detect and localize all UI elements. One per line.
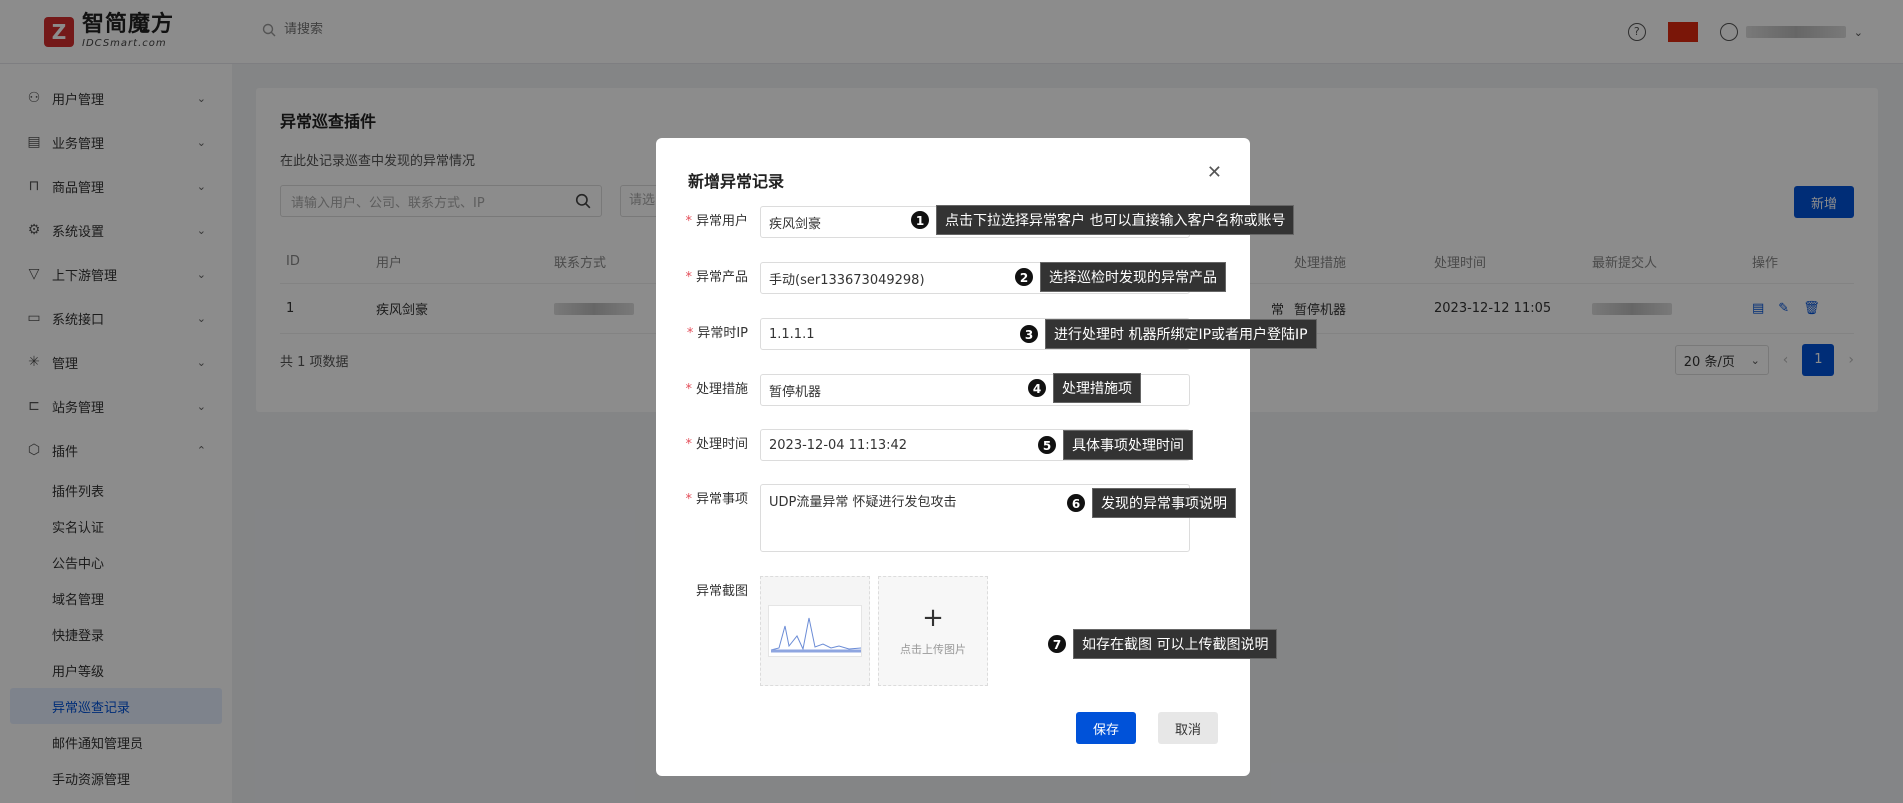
callout-2: 2 选择巡检时发现的异常产品 xyxy=(1014,262,1226,292)
required-mark: * xyxy=(685,492,692,507)
close-icon[interactable]: ✕ xyxy=(1207,162,1222,183)
dialog-title: 新增异常记录 xyxy=(688,172,785,191)
required-mark: * xyxy=(685,214,692,229)
uploaded-screenshot-thumbnail[interactable] xyxy=(760,576,870,686)
plus-icon: + xyxy=(922,603,944,633)
callout-3: 3 进行处理时 机器所绑定IP或者用户登陆IP xyxy=(1019,319,1317,349)
save-button[interactable]: 保存 xyxy=(1076,712,1136,744)
field-row-measure: * 处理措施 xyxy=(656,374,1250,406)
upload-image-button[interactable]: + 点击上传图片 xyxy=(878,576,988,686)
callout-5: 5 具体事项处理时间 xyxy=(1037,430,1193,460)
required-mark: * xyxy=(685,270,692,285)
required-mark: * xyxy=(685,437,692,452)
callout-7: 7 如存在截图 可以上传截图说明 xyxy=(1047,629,1278,659)
callout-6: 6 发现的异常事项说明 xyxy=(1066,488,1236,518)
chart-preview-icon xyxy=(770,617,861,653)
cancel-button[interactable]: 取消 xyxy=(1158,712,1218,744)
screenshot-preview-image xyxy=(768,605,862,657)
callout-1: 1 点击下拉选择异常客户 也可以直接输入客户名称或账号 xyxy=(910,205,1295,235)
required-mark: * xyxy=(685,382,692,397)
callout-4: 4 处理措施项 xyxy=(1027,373,1141,403)
required-mark: * xyxy=(686,326,694,341)
